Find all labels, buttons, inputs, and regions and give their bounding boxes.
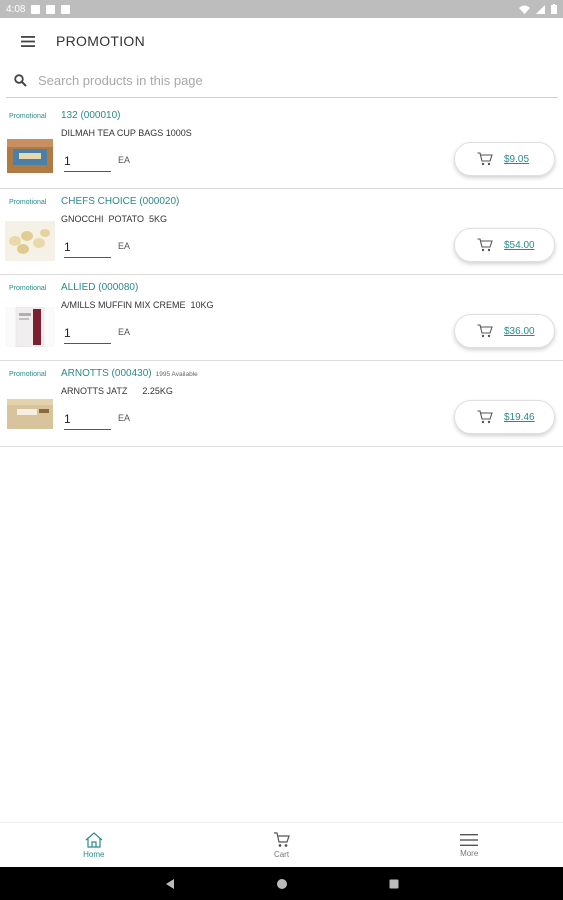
promotional-badge: Promotional — [9, 199, 47, 206]
product-code: ARNOTTS (000430) — [61, 368, 152, 379]
product-description: A/MILLS MUFFIN MIX CREME 10KG — [61, 300, 214, 310]
product-code-link[interactable]: CHEFS CHOICE (000020) — [61, 196, 179, 207]
product-code: 132 (000010) — [61, 110, 121, 121]
product-row: Promotional 132 (000010) DILMAH TEA CUP … — [0, 103, 563, 189]
add-to-cart-button[interactable]: $54.00 — [454, 228, 555, 262]
muffin-mix-bag-image — [5, 307, 55, 347]
cart-icon — [477, 238, 493, 252]
nav-cart-label: Cart — [273, 849, 290, 859]
product-code-link[interactable]: ALLIED (000080) — [61, 282, 138, 293]
unit-of-measure: EA — [118, 327, 131, 337]
product-code-link[interactable]: ARNOTTS (000430) 1995 Available — [61, 368, 198, 379]
notification-icon — [46, 4, 56, 14]
promotional-badge: Promotional — [9, 113, 47, 120]
notification-icon — [61, 4, 71, 14]
wifi-icon — [519, 5, 530, 14]
nav-more[interactable]: More — [375, 823, 563, 867]
price: $19.46 — [504, 411, 535, 423]
app-bar: PROMOTION — [0, 18, 563, 64]
cart-icon — [477, 410, 493, 424]
product-code: CHEFS CHOICE (000020) — [61, 196, 180, 207]
cart-icon — [477, 152, 493, 166]
promotional-badge: Promotional — [9, 371, 47, 378]
unit-of-measure: EA — [118, 413, 131, 423]
tea-box-image — [7, 139, 53, 173]
status-bar: 4:08 — [0, 0, 563, 18]
product-list: Promotional 132 (000010) DILMAH TEA CUP … — [0, 103, 563, 447]
quantity-input[interactable] — [64, 322, 111, 344]
add-to-cart-button[interactable]: $36.00 — [454, 314, 555, 348]
nav-home[interactable]: Home — [0, 823, 188, 867]
quantity-input[interactable] — [64, 150, 111, 172]
price: $36.00 — [504, 325, 535, 337]
add-to-cart-button[interactable]: $9.05 — [454, 142, 555, 176]
nav-more-label: More — [460, 848, 479, 858]
price: $9.05 — [504, 153, 530, 165]
back-icon[interactable] — [164, 878, 176, 890]
product-row: Promotional CHEFS CHOICE (000020) GNOCCH… — [0, 189, 563, 275]
nav-home-label: Home — [83, 849, 105, 859]
product-description: ARNOTTS JATZ 2.25KG — [61, 386, 173, 396]
search-input[interactable] — [38, 65, 558, 96]
product-description: DILMAH TEA CUP BAGS 1000S — [61, 128, 192, 138]
status-time: 4:08 — [6, 3, 26, 15]
add-to-cart-button[interactable]: $19.46 — [454, 400, 555, 434]
hamburger-icon — [21, 35, 35, 47]
promotional-badge: Promotional — [9, 285, 47, 292]
product-description: GNOCCHI POTATO 5KG — [61, 214, 168, 224]
price: $54.00 — [504, 239, 535, 251]
quantity-input[interactable] — [64, 408, 111, 430]
bottom-navigation: Home Cart More — [0, 822, 563, 867]
cart-icon — [477, 324, 493, 338]
menu-icon — [460, 833, 479, 846]
search-icon — [6, 64, 34, 98]
signal-icon — [536, 4, 545, 14]
product-code: ALLIED (000080) — [61, 282, 139, 293]
gnocchi-image — [5, 221, 55, 261]
home-icon — [85, 831, 103, 848]
battery-icon — [551, 4, 557, 14]
recents-icon[interactable] — [388, 878, 400, 890]
search-bar — [6, 64, 558, 98]
availability-text: 1995 Available — [155, 371, 198, 378]
system-navigation-bar — [0, 867, 563, 900]
product-code-link[interactable]: 132 (000010) — [61, 110, 121, 121]
unit-of-measure: EA — [118, 155, 131, 165]
product-row: Promotional ALLIED (000080) A/MILLS MUFF… — [0, 275, 563, 361]
hamburger-menu-button[interactable] — [0, 18, 56, 64]
quantity-input[interactable] — [64, 236, 111, 258]
jatz-box-image — [7, 399, 53, 429]
page-title: PROMOTION — [56, 33, 146, 49]
product-row: Promotional ARNOTTS (000430) 1995 Availab… — [0, 361, 563, 447]
cart-icon — [273, 831, 290, 847]
nav-cart[interactable]: Cart — [188, 823, 376, 867]
notification-icon — [31, 4, 41, 14]
home-circle-icon[interactable] — [276, 878, 288, 890]
unit-of-measure: EA — [118, 241, 131, 251]
